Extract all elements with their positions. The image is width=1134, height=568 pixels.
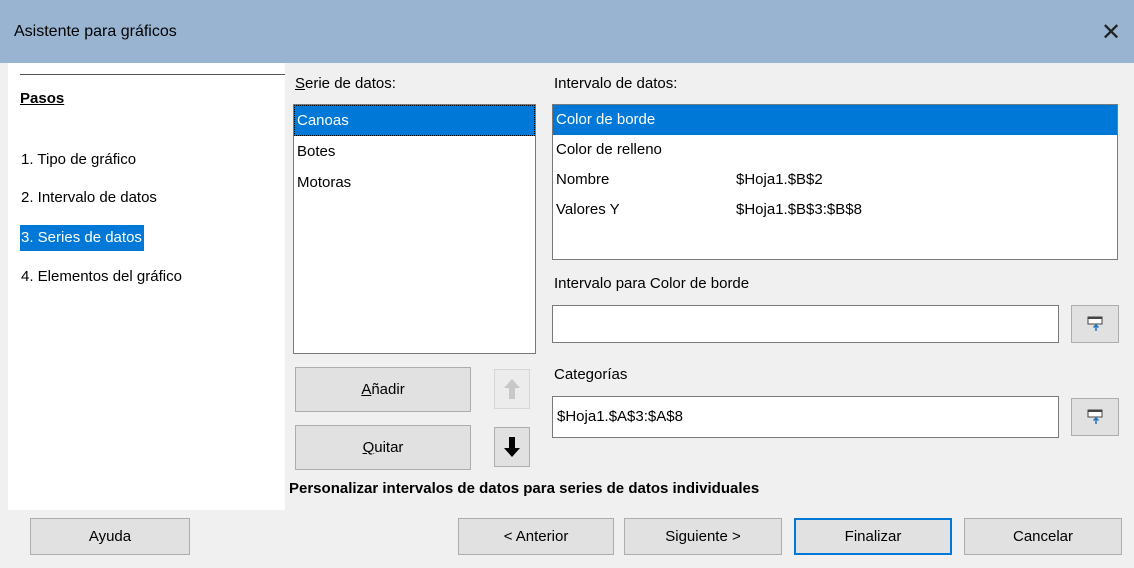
title-bar: Asistente para gráficos ✕ (0, 0, 1134, 63)
finish-button[interactable]: Finalizar (794, 518, 952, 555)
move-down-button[interactable] (494, 427, 530, 467)
range-name: Color de relleno (556, 141, 662, 158)
arrow-up-icon (504, 379, 520, 399)
close-icon: ✕ (1100, 18, 1122, 46)
range-name: Nombre (556, 171, 610, 188)
series-list-label: Serie de datos: (295, 75, 396, 92)
shrink-range-icon (1087, 316, 1103, 331)
range-value: $Hoja1.$B$3:$B$8 (736, 201, 862, 218)
data-ranges-list[interactable]: Color de borde Color de relleno Nombre $… (552, 104, 1118, 260)
table-row[interactable]: Color de borde (553, 105, 1117, 135)
step-data-range[interactable]: 2. Intervalo de datos (20, 185, 159, 211)
arrow-down-icon (504, 437, 520, 457)
range-name: Valores Y (556, 201, 620, 218)
categories-input[interactable]: $Hoja1.$A$3:$A$8 (552, 396, 1059, 438)
series-list[interactable]: Canoas Botes Motoras (293, 104, 536, 354)
remove-series-label: Q (362, 439, 375, 456)
shrink-categories-button[interactable] (1071, 398, 1119, 436)
step-chart-elements[interactable]: 4. Elementos del gráfico (20, 264, 184, 290)
range-name: Color de borde (556, 111, 656, 128)
next-button[interactable]: Siguiente > (624, 518, 782, 555)
window-title: Asistente para gráficos (14, 22, 177, 40)
categories-label: Categorías (554, 366, 628, 383)
table-row[interactable]: Valores Y $Hoja1.$B$3:$B$8 (553, 195, 1117, 225)
shrink-range-button[interactable] (1071, 305, 1119, 343)
cancel-button[interactable]: Cancelar (964, 518, 1122, 555)
steps-title: Pasos (20, 90, 65, 107)
range-for-input[interactable] (552, 305, 1059, 343)
add-series-label: A (361, 381, 372, 398)
table-row[interactable]: Color de relleno (553, 135, 1117, 165)
list-item[interactable]: Canoas (294, 105, 535, 136)
help-button[interactable]: Ayuda (30, 518, 190, 555)
move-up-button[interactable] (494, 369, 530, 409)
steps-panel: Pasos 1. Tipo de gráfico 2. Intervalo de… (8, 63, 285, 510)
data-ranges-label: Intervalo de datos: (554, 75, 678, 92)
hint-text: Personalizar intervalos de datos para se… (289, 480, 760, 497)
range-value: $Hoja1.$B$2 (736, 171, 823, 188)
list-item[interactable]: Motoras (294, 167, 535, 198)
list-item[interactable]: Botes (294, 136, 535, 167)
back-button[interactable]: < Anterior (458, 518, 614, 555)
close-button[interactable]: ✕ (1096, 17, 1126, 47)
remove-series-button[interactable]: Quitar (295, 425, 471, 470)
step-data-series[interactable]: 3. Series de datos (20, 225, 144, 251)
add-series-button[interactable]: Añadir (295, 367, 471, 412)
table-row[interactable]: Nombre $Hoja1.$B$2 (553, 165, 1117, 195)
range-for-label: Intervalo para Color de borde (554, 275, 750, 292)
step-chart-type[interactable]: 1. Tipo de gráfico (20, 147, 138, 173)
shrink-range-icon (1087, 409, 1103, 424)
divider (20, 74, 285, 75)
